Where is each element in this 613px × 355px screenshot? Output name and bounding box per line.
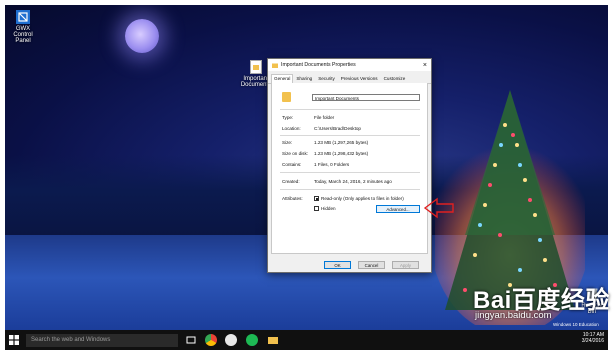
tab-security[interactable]: Security [315,74,338,83]
general-tab-panel: Important Documents Type: File folder Loc… [271,83,428,254]
app-icon[interactable] [225,334,237,346]
moon [125,19,159,53]
attributes-row: Attributes: Read-only (Only applies to fi… [282,196,404,202]
created-value: Today, March 24, 2016, 2 minutes ago [314,179,392,184]
tab-sharing[interactable]: Sharing [293,74,315,83]
contains-value: 1 Files, 0 Folders [314,162,350,167]
clock-date: 3/24/2016 [581,338,604,344]
tab-general[interactable]: General [271,74,294,83]
divider [280,135,420,136]
apply-button[interactable]: Apply [392,261,419,269]
gwx-control-panel-label: GWX Control Panel [13,26,33,44]
contains-row: Contains: 1 Files, 0 Folders [282,162,349,167]
created-row: Created: Today, March 24, 2016, 2 minutes… [282,179,392,184]
close-icon[interactable]: × [423,62,427,69]
tab-customize[interactable]: Customize [381,74,409,83]
readonly-checkbox[interactable] [314,196,319,202]
divider [280,109,420,110]
folder-icon [272,63,278,68]
hidden-label: Hidden [321,206,336,211]
location-row: Location: C:\Users\Brad\Desktop [282,126,361,131]
ok-button[interactable]: OK [324,261,351,269]
size-value: 1.23 MB (1,297,265 bytes) [314,140,369,145]
properties-dialog: Important Documents Properties × General… [267,58,432,273]
contains-label: Contains: [282,162,302,167]
size-on-disk-value: 1.23 MB (1,298,432 bytes) [314,151,369,156]
gwx-app-icon [16,10,30,24]
location-value: C:\Users\Brad\Desktop [314,126,361,131]
location-label: Location: [282,126,301,131]
size-on-disk-row: Size on disk: 1.23 MB (1,298,432 bytes) [282,151,368,156]
size-label: Size: [282,140,293,145]
task-view-icon[interactable] [185,334,197,346]
windows-edition-text: Windows 10 Education [553,322,599,327]
attributes-label: Attributes: [282,196,303,201]
type-value: File folder [314,115,335,120]
advanced-button[interactable]: Advanced... [376,205,420,213]
type-label: Type: [282,115,294,120]
windows-start-icon[interactable] [9,335,19,345]
divider [280,189,420,190]
type-row: Type: File folder [282,115,334,120]
file-explorer-icon[interactable] [267,334,279,346]
divider [280,172,420,173]
taskbar-search-box[interactable]: Search the web and Windows [26,334,178,347]
folder-name-input[interactable]: Important Documents [312,94,420,101]
file-icon [250,60,262,74]
cancel-button[interactable]: Cancel [358,261,385,269]
system-tray-clock[interactable]: 10:17 AM 3/24/2016 [582,332,604,344]
chrome-icon[interactable] [205,334,217,346]
gwx-control-panel-icon[interactable]: GWX Control Panel [8,10,38,44]
created-label: Created: [282,179,300,184]
size-row: Size: 1.23 MB (1,297,265 bytes) [282,140,368,145]
hidden-checkbox[interactable] [314,206,319,212]
hidden-row: Hidden [314,206,336,212]
folder-icon-large [282,92,291,102]
size-on-disk-label: Size on disk: [282,151,309,156]
tab-previous-versions[interactable]: Previous Versions [338,74,381,83]
baidu-watermark-url: jingyan.baidu.com [475,310,552,321]
dialog-title: Important Documents Properties [281,62,356,68]
readonly-label: Read-only (Only applies to files in fold… [321,196,404,201]
highlight-arrow-icon [423,197,454,219]
dialog-titlebar[interactable]: Important Documents Properties × [268,59,431,71]
taskbar: Search the web and Windows 10:17 AM 3/24… [5,330,608,350]
spotify-icon[interactable] [246,334,258,346]
name-row: Important Documents [280,91,422,105]
